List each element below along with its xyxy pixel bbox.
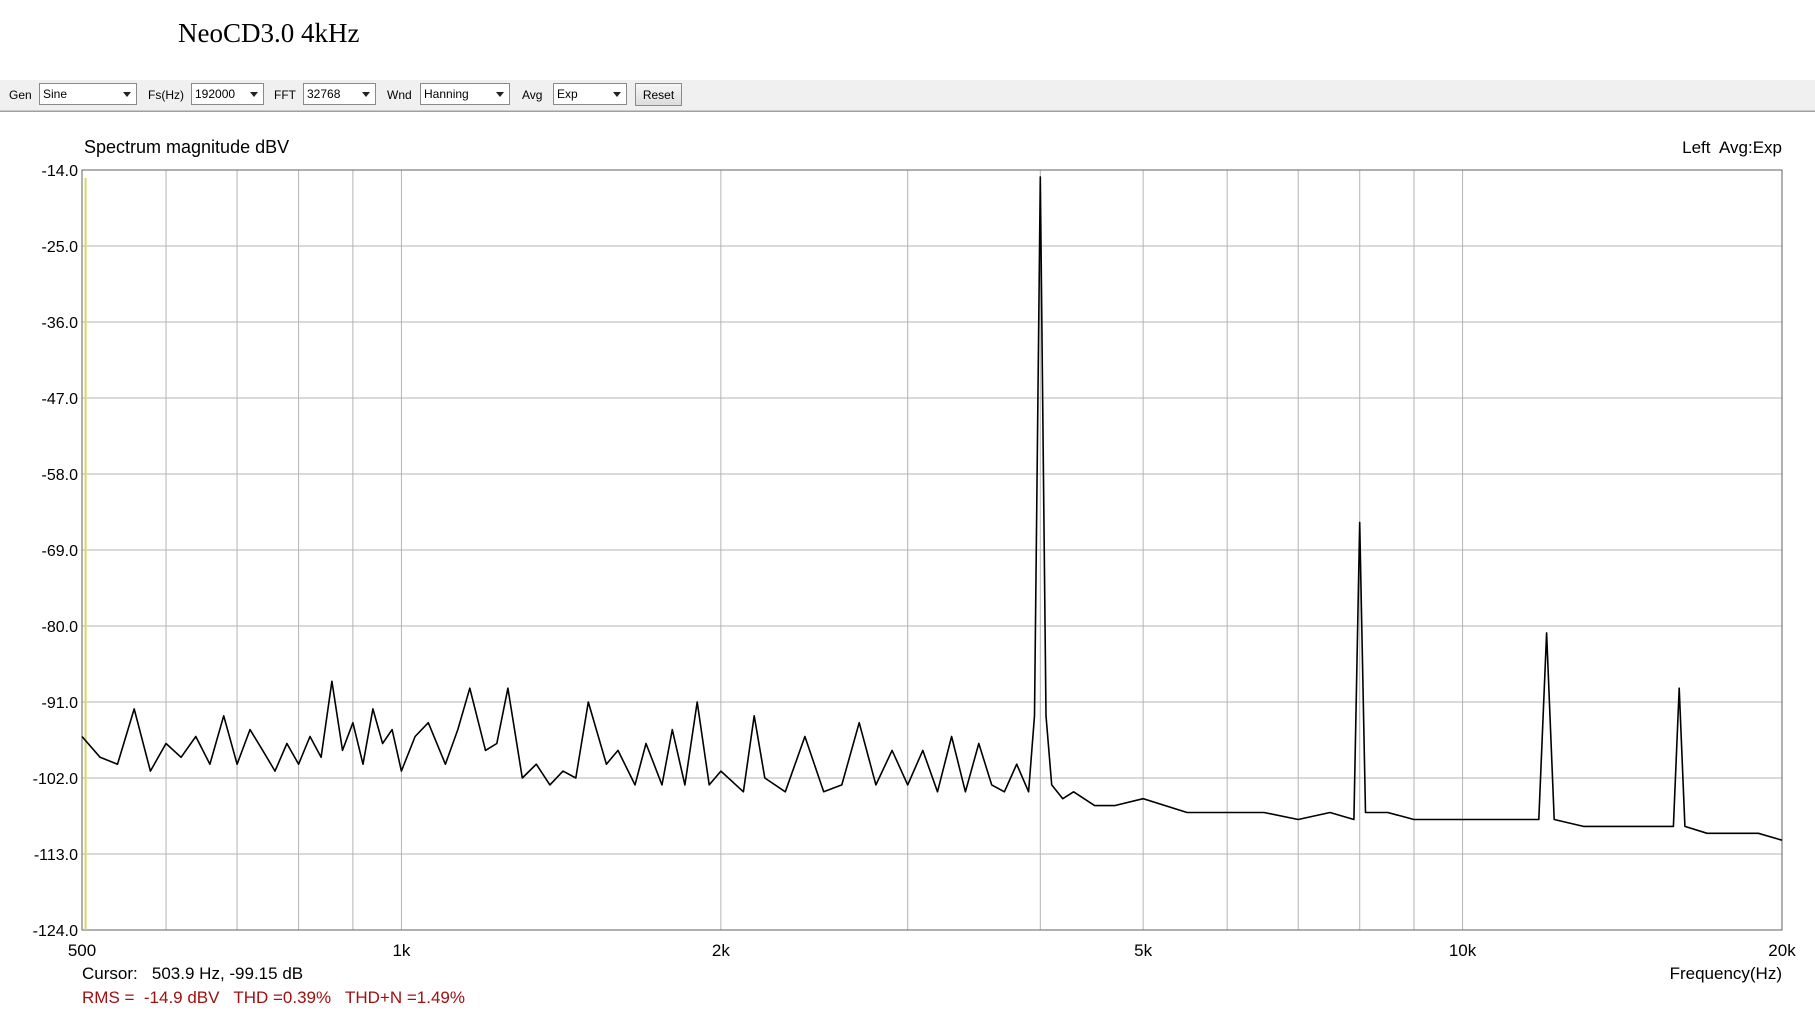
y-tick-label: -102.0 xyxy=(33,771,78,788)
page-title: NeoCD3.0 4kHz xyxy=(178,18,360,48)
wnd-select[interactable]: Hanning xyxy=(420,83,510,105)
toolbar: Gen Sine Fs(Hz) 192000 FFT 32768 Wnd Han… xyxy=(0,80,1815,111)
chevron-down-icon xyxy=(496,92,504,97)
fft-label: FFT xyxy=(274,88,296,102)
stats-readout: RMS = -14.9 dBV THD =0.39% THD+N =1.49% xyxy=(82,988,465,1007)
y-tick-label: -25.0 xyxy=(42,239,79,256)
chevron-down-icon xyxy=(250,92,258,97)
fs-label: Fs(Hz) xyxy=(148,88,184,102)
x-tick-label: 500 xyxy=(68,941,96,960)
channel-label: Left Avg:Exp xyxy=(1682,138,1782,157)
chevron-down-icon xyxy=(613,92,621,97)
fft-select-value: 32768 xyxy=(307,87,341,101)
avg-label: Avg xyxy=(522,88,543,102)
fs-select[interactable]: 192000 xyxy=(191,83,264,105)
fft-select[interactable]: 32768 xyxy=(303,83,376,105)
gen-label: Gen xyxy=(9,88,32,102)
x-tick-label: 2k xyxy=(712,941,730,960)
y-tick-label: -58.0 xyxy=(42,467,79,484)
x-tick-label: 10k xyxy=(1449,941,1477,960)
chart-title: Spectrum magnitude dBV xyxy=(84,137,289,157)
x-tick-label: 20k xyxy=(1768,941,1796,960)
y-tick-labels: -14.0 -25.0 -36.0 -47.0 -58.0 -69.0 -80.0 -91.0… xyxy=(33,163,78,940)
avg-select[interactable]: Exp xyxy=(553,83,627,105)
wnd-label: Wnd xyxy=(387,88,412,102)
reset-button[interactable]: Reset xyxy=(635,83,682,106)
chart-grid xyxy=(82,169,1782,931)
spectrum-panel[interactable]: -14.0 -25.0 -36.0 -47.0 -58.0 -69.0 -80.0 -91.0… xyxy=(0,111,1815,1008)
y-tick-label: -113.0 xyxy=(34,847,78,864)
x-tick-label: 5k xyxy=(1134,941,1152,960)
y-tick-label: -80.0 xyxy=(42,619,79,636)
x-tick-labels: 500 1k 2k 5k 10k 20k xyxy=(68,941,1796,960)
y-tick-label: -36.0 xyxy=(42,315,79,332)
fs-select-value: 192000 xyxy=(195,87,236,101)
y-tick-label: -124.0 xyxy=(33,923,78,940)
gen-select[interactable]: Sine xyxy=(39,83,137,105)
y-tick-label: -69.0 xyxy=(42,543,79,560)
y-tick-label: -91.0 xyxy=(42,695,79,712)
wnd-select-value: Hanning xyxy=(424,87,469,101)
spectrum-trace xyxy=(81,176,1783,841)
spectrum-chart[interactable]: -14.0 -25.0 -36.0 -47.0 -58.0 -69.0 -80.0 -91.0… xyxy=(0,112,1815,1008)
cursor-readout: Cursor: 503.9 Hz, -99.15 dB xyxy=(82,964,303,983)
x-tick-label: 1k xyxy=(392,941,410,960)
x-axis-label: Frequency(Hz) xyxy=(1670,964,1782,983)
avg-select-value: Exp xyxy=(557,87,578,101)
chevron-down-icon xyxy=(362,92,370,97)
gen-select-value: Sine xyxy=(43,87,68,101)
chevron-down-icon xyxy=(123,92,131,97)
y-tick-label: -47.0 xyxy=(42,391,79,408)
y-tick-label: -14.0 xyxy=(42,163,79,180)
